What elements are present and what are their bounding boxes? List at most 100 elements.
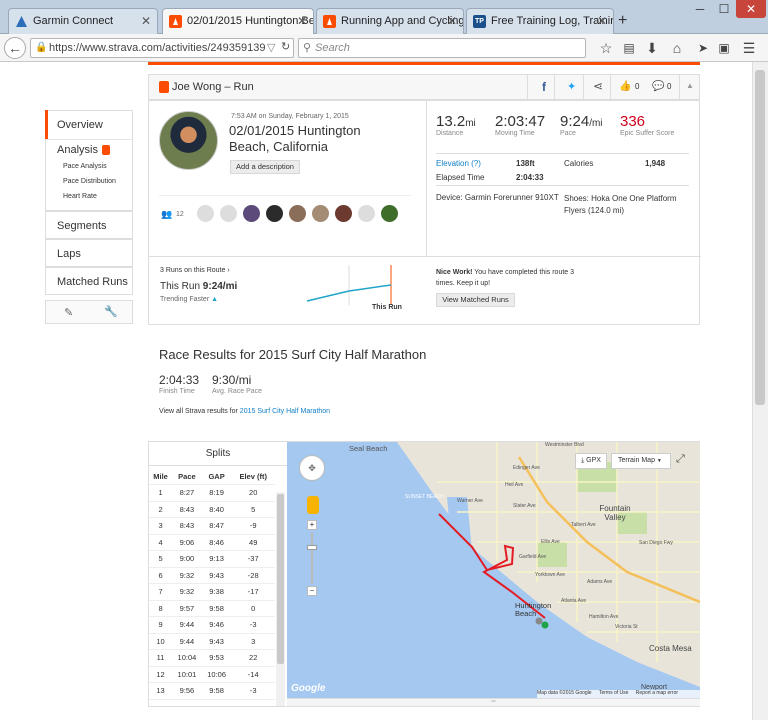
sidebar-item-pace-analysis[interactable]: Pace Analysis (63, 163, 107, 170)
sidebar-item-segments[interactable]: Segments (46, 220, 107, 232)
pocket-icon[interactable]: ▣ (713, 37, 735, 59)
sidebar-item-pace-distribution[interactable]: Pace Distribution (63, 178, 116, 185)
thumbs-up-icon[interactable]: 👍 (619, 81, 631, 92)
collapse-icon[interactable]: ▲ (686, 81, 694, 90)
kudoer-avatar[interactable] (289, 205, 306, 222)
table-row[interactable]: 3 8:43 8:47 -9 (149, 517, 275, 535)
terms-link[interactable]: Terms of Use (599, 690, 628, 696)
kudoer-avatar[interactable] (335, 205, 352, 222)
table-row[interactable]: 6 9:32 9:43 -28 (149, 567, 275, 584)
dropdown-icon[interactable]: ▽ (267, 41, 275, 54)
maximize-icon[interactable]: ☐ (712, 0, 736, 18)
zoom-out-icon[interactable]: − (307, 586, 317, 596)
route-map[interactable]: Seal Beach SUNSET BEACH Fountain Valley … (287, 442, 700, 698)
reload-icon[interactable]: ↻ (281, 40, 290, 53)
tab-trainingpeaks[interactable]: TP Free Training Log, Training... ✕ (466, 8, 614, 35)
calories-value: 1,948 (645, 159, 666, 168)
close-tab-icon[interactable]: ✕ (597, 14, 607, 28)
splits-cell: -37 (231, 550, 275, 568)
tab-garmin-connect[interactable]: Garmin Connect ✕ (8, 8, 158, 35)
view-matched-runs-button[interactable]: View Matched Runs (436, 293, 515, 307)
zoom-in-icon[interactable]: + (307, 520, 317, 530)
trend-label: Trending Faster (160, 296, 210, 303)
runs-on-route[interactable]: 3 Runs on this Route › (160, 267, 230, 274)
back-icon[interactable]: ← (4, 37, 26, 59)
search-input[interactable]: ⚲ Search (298, 38, 586, 58)
race-pace-value: 9:30/mi (212, 373, 252, 387)
table-row[interactable]: 11 10:04 9:53 22 (149, 649, 275, 667)
splits-scrollbar[interactable] (276, 492, 285, 706)
map-label-sunset-beach: SUNSET BEACH (405, 494, 444, 500)
sidebar-item-matched-runs[interactable]: Matched Runs (46, 276, 128, 288)
table-row[interactable]: 10 9:44 9:43 3 (149, 633, 275, 650)
table-row[interactable]: 1 8:27 8:19 20 (149, 484, 275, 502)
kudoer-avatar[interactable] (197, 205, 214, 222)
close-tab-icon[interactable]: ✕ (447, 14, 457, 28)
kudoer-avatar[interactable] (266, 205, 283, 222)
zoom-slider-handle[interactable] (307, 545, 317, 550)
table-row[interactable]: 8 9:57 9:58 0 (149, 600, 275, 617)
close-tab-icon[interactable]: ✕ (141, 14, 151, 28)
athlete-avatar[interactable] (159, 111, 218, 170)
sidebar-item-laps[interactable]: Laps (46, 248, 81, 260)
kudoer-avatar[interactable] (312, 205, 329, 222)
download-icon[interactable]: ⬇ (641, 37, 663, 59)
header-accent-line (148, 62, 700, 65)
kudoer-avatar[interactable] (358, 205, 375, 222)
table-row[interactable]: 4 9:06 8:46 49 (149, 534, 275, 551)
table-row[interactable]: 9 9:44 9:46 -3 (149, 616, 275, 634)
report-map-error-link[interactable]: Report a map error (636, 690, 678, 696)
sidebar-item-overview[interactable]: Overview (46, 119, 103, 131)
race-results-link[interactable]: 2015 Surf City Half Marathon (240, 408, 330, 415)
athlete-title[interactable]: Joe Wong – Run (172, 81, 254, 93)
close-tab-icon[interactable]: ✕ (297, 14, 307, 28)
table-row[interactable]: 12 10:01 10:06 -14 (149, 666, 275, 683)
twitter-icon[interactable]: ✦ (567, 80, 576, 93)
sidebar-item-analysis[interactable]: Analysis (46, 144, 98, 156)
comment-icon[interactable]: 💬 (652, 81, 664, 92)
close-window-icon[interactable]: ✕ (736, 0, 766, 18)
add-description-button[interactable]: Add a description (230, 160, 300, 174)
kudoer-avatar[interactable] (381, 205, 398, 222)
tab-title: 02/01/2015 Huntington Be... (187, 15, 314, 27)
home-icon[interactable]: ⌂ (666, 37, 688, 59)
new-tab-button[interactable]: + (618, 12, 627, 30)
map-resize-handle[interactable]: ═ (287, 698, 700, 706)
stat-suffer-score[interactable]: 336 Epic Suffer Score (620, 113, 680, 137)
send-icon[interactable]: ➤ (692, 37, 714, 59)
splits-cell: 10:01 (172, 666, 202, 683)
bookmark-star-icon[interactable]: ☆ (595, 37, 617, 59)
menu-icon[interactable]: ☰ (738, 37, 760, 59)
splits-scrollbar-thumb[interactable] (277, 494, 284, 664)
pace-value: 9:24 (560, 113, 590, 130)
gpx-download-button[interactable]: ⤓ GPX (575, 453, 607, 469)
tab-strava-activity[interactable]: 02/01/2015 Huntington Be... ✕ (162, 8, 314, 35)
table-row[interactable]: 5 9:00 9:13 -37 (149, 550, 275, 568)
tab-strava-running[interactable]: Running App and Cycling ... ✕ (316, 8, 464, 35)
share-icon[interactable]: ⋖ (593, 79, 603, 93)
splits-cell: 9:44 (172, 633, 202, 650)
sidebar-item-heart-rate[interactable]: Heart Rate (63, 193, 97, 200)
elevation-label[interactable]: Elevation (?) (436, 159, 481, 168)
reading-list-icon[interactable]: ▤ (618, 37, 640, 59)
splits-cell: 9:43 (201, 567, 232, 584)
street-view-pegman-icon[interactable] (307, 496, 319, 514)
wrench-icon[interactable]: 🔧 (104, 305, 118, 318)
edit-pencil-icon[interactable]: ✎ (64, 306, 73, 319)
facebook-icon[interactable]: f (542, 80, 546, 94)
kudoer-avatar[interactable] (220, 205, 237, 222)
table-row[interactable]: 7 9:32 9:38 -17 (149, 583, 275, 601)
table-row[interactable]: 13 9:56 9:58 -3 (149, 682, 275, 700)
this-run-label: This Run (160, 281, 201, 292)
minimize-icon[interactable]: ─ (688, 0, 712, 18)
kudoer-avatar[interactable] (243, 205, 260, 222)
map-pan-control[interactable]: ✥ (299, 455, 325, 481)
table-row[interactable]: 2 8:43 8:40 5 (149, 501, 275, 518)
fullscreen-icon[interactable]: ⤢ (676, 453, 685, 466)
scrollbar-thumb[interactable] (755, 70, 765, 405)
zoom-slider-track[interactable] (311, 532, 313, 584)
map-canvas[interactable] (287, 442, 700, 698)
address-bar[interactable]: 🔒 https://www.strava.com/activities/2493… (30, 38, 294, 58)
splits-cell: 9:06 (172, 534, 202, 551)
map-type-select[interactable]: Terrain Map ▼ (611, 453, 671, 469)
